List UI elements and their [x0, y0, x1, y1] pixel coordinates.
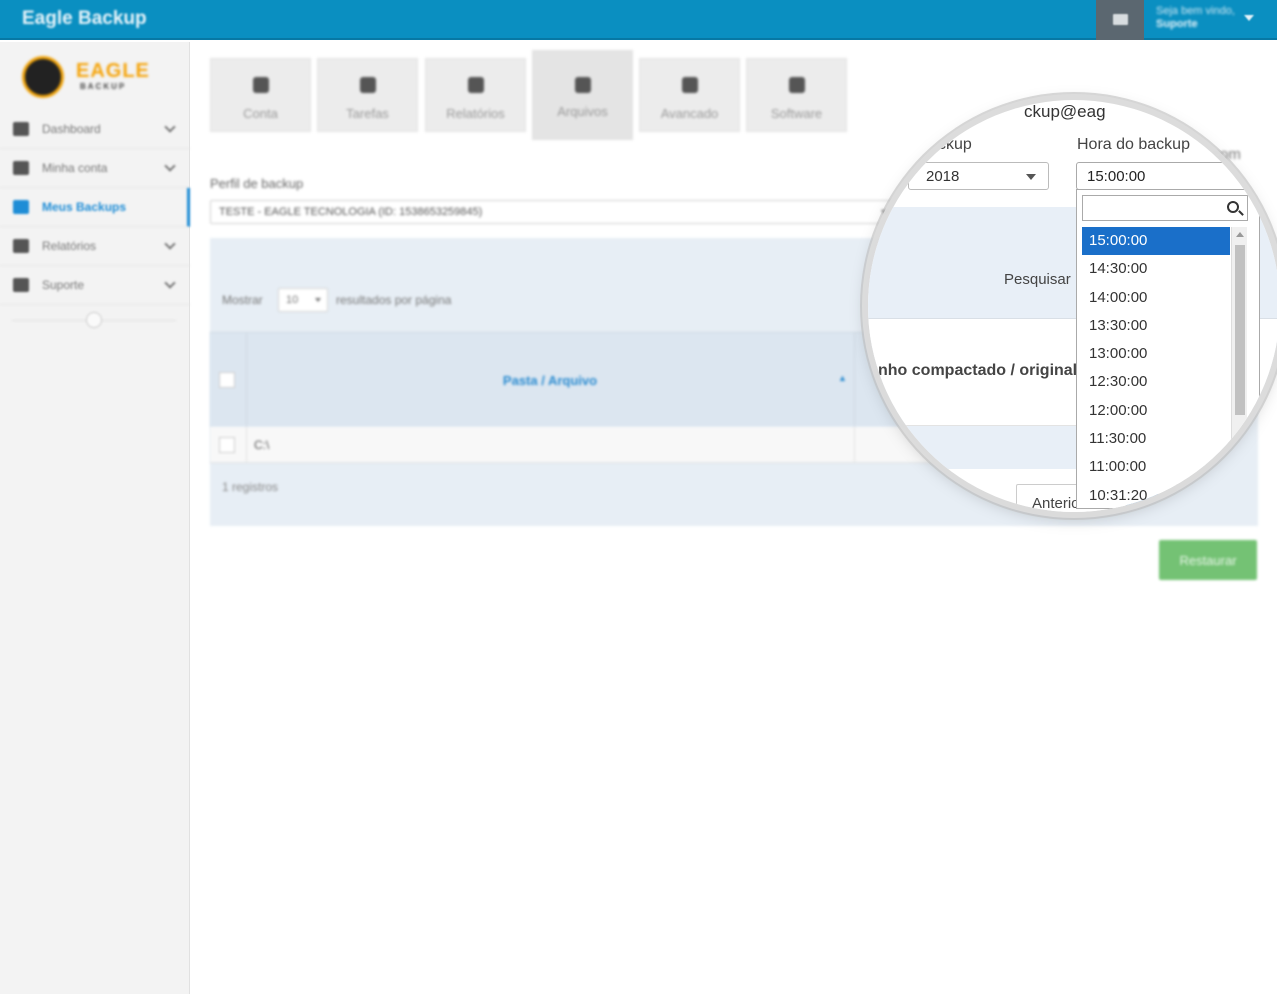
row-path: C:\: [254, 438, 270, 452]
caret-down-icon[interactable]: [1244, 15, 1254, 21]
scroll-down-icon[interactable]: [1236, 474, 1244, 479]
welcome-text: Seja bem vindo,: [1156, 5, 1235, 17]
time-label: Hora do backup: [1077, 136, 1190, 153]
wrench-icon: [682, 77, 698, 93]
eagle-logo-icon: [22, 56, 64, 98]
envelope-icon: [1113, 14, 1128, 25]
collapse-sidebar-button[interactable]: [86, 312, 102, 328]
tab-arquivos[interactable]: Arquivos: [532, 50, 633, 140]
page-size-select[interactable]: 10: [278, 288, 328, 312]
divider: [854, 427, 855, 463]
app-title[interactable]: Eagle Backup: [22, 8, 147, 30]
profile-label: Perfil de backup: [210, 176, 304, 191]
user-icon: [13, 161, 29, 175]
page-size-value: 10: [286, 294, 299, 306]
tab-label: Software: [770, 106, 823, 121]
binoculars-icon: [789, 77, 805, 93]
column-header-size[interactable]: nho compactado / original: [878, 362, 1077, 380]
logo-subtext: BACKUP: [80, 82, 127, 91]
user-icon: [253, 77, 269, 93]
date-value: 2018: [926, 168, 960, 185]
caret-down-icon: [315, 298, 321, 302]
sidebar-nav: Dashboard Minha conta Meus Backups Relat…: [0, 110, 190, 305]
divider: [854, 333, 855, 428]
column-header-pasta-arquivo[interactable]: Pasta / Arquivo: [246, 373, 854, 388]
chevron-down-icon: [164, 121, 176, 133]
tab-avancado[interactable]: Avancado: [639, 58, 740, 132]
time-option[interactable]: 13:30:00: [1082, 312, 1230, 340]
divider: [246, 427, 247, 463]
caret-down-icon: [1026, 174, 1036, 180]
row-checkbox[interactable]: [219, 437, 235, 453]
sidebar-item-minha-conta[interactable]: Minha conta: [0, 149, 190, 188]
logo-text: EAGLE: [76, 60, 150, 82]
time-option[interactable]: 14:00:00: [1082, 284, 1230, 312]
time-option[interactable]: 12:30:00: [1082, 368, 1230, 396]
time-dropdown: 15:00:00 14:30:00 14:00:00 13:30:00 13:0…: [1076, 189, 1260, 509]
sidebar-item-relatorios[interactable]: Relatórios: [0, 227, 190, 266]
backup-date-select[interactable]: 2018: [908, 162, 1049, 190]
dropdown-search-input[interactable]: [1082, 195, 1248, 221]
time-option[interactable]: 12:00:00: [1082, 397, 1230, 425]
sidebar-item-label: Suporte: [42, 278, 85, 292]
time-value: 15:00:00: [1087, 168, 1146, 185]
top-bar: Eagle Backup Seja bem vindo, Suporte: [0, 0, 1277, 40]
chart-icon: [13, 239, 29, 253]
scroll-up-icon[interactable]: [1236, 232, 1244, 237]
tab-conta[interactable]: Conta: [210, 58, 311, 132]
per-page-label: resultados por página: [336, 293, 452, 307]
tab-tarefas[interactable]: Tarefas: [317, 58, 418, 132]
chevron-down-icon: [164, 160, 176, 172]
chevron-down-icon: [164, 277, 176, 289]
chevron-down-icon: [164, 238, 176, 250]
date-label: ckup: [938, 136, 972, 153]
sidebar-item-meus-backups[interactable]: Meus Backups: [0, 188, 190, 227]
magnifier-zoom: ckup@eag ckup Hora do backup 2018 Pesqui…: [868, 100, 1277, 512]
time-options-list: 15:00:00 14:30:00 14:00:00 13:30:00 13:0…: [1082, 227, 1230, 510]
sort-icon[interactable]: ▲: [838, 373, 847, 383]
search-icon: [1227, 201, 1239, 213]
time-option[interactable]: 13:00:00: [1082, 340, 1230, 368]
tab-label: Arquivos: [557, 104, 608, 119]
dashboard-icon: [13, 122, 29, 136]
tab-label: Conta: [243, 106, 278, 121]
edit-icon: [360, 77, 376, 93]
sidebar-item-label: Dashboard: [42, 122, 101, 136]
lifebuoy-icon: [13, 278, 29, 292]
dropdown-scrollbar[interactable]: [1231, 227, 1247, 487]
user-name: Suporte: [1156, 18, 1198, 30]
user-menu[interactable]: Seja bem vindo, Suporte: [1156, 5, 1235, 31]
time-option[interactable]: 11:30:00: [1082, 425, 1230, 453]
tab-label: Tarefas: [346, 106, 389, 121]
cloud-icon: [575, 77, 591, 93]
show-label: Mostrar: [222, 293, 263, 307]
restore-button[interactable]: Restaurar: [1159, 540, 1257, 580]
sidebar-item-dashboard[interactable]: Dashboard: [0, 110, 190, 149]
sidebar-item-label: Minha conta: [42, 161, 108, 175]
mail-button[interactable]: [1096, 0, 1144, 40]
tab-label: Relatórios: [446, 106, 505, 121]
eagle-backup-logo[interactable]: EAGLE BACKUP: [20, 54, 170, 102]
sidebar: EAGLE BACKUP Dashboard Minha conta Meus …: [0, 42, 190, 994]
tab-relatorios[interactable]: Relatórios: [425, 58, 526, 132]
email-fragment: ckup@eag: [1024, 102, 1106, 121]
time-option[interactable]: 15:00:00: [1082, 227, 1230, 256]
records-count: 1 registros: [222, 480, 279, 494]
scroll-thumb[interactable]: [1235, 245, 1245, 415]
tab-software[interactable]: Software: [746, 58, 847, 132]
list-icon: [13, 200, 29, 214]
select-all-checkbox[interactable]: [219, 372, 235, 388]
tab-label: Avancado: [660, 106, 719, 121]
sidebar-item-label: Meus Backups: [42, 200, 127, 214]
sidebar-item-label: Relatórios: [42, 239, 97, 253]
search-label: Pesquisar: [1004, 271, 1071, 288]
sidebar-item-suporte[interactable]: Suporte: [0, 266, 190, 305]
time-option[interactable]: 11:00:00: [1082, 453, 1230, 481]
profile-value: TESTE - EAGLE TECNOLOGIA (ID: 1538653259…: [219, 206, 483, 218]
backup-profile-select[interactable]: TESTE - EAGLE TECNOLOGIA (ID: 1538653259…: [210, 200, 896, 224]
time-option[interactable]: 10:31:20: [1082, 482, 1230, 510]
time-option[interactable]: 14:30:00: [1082, 255, 1230, 283]
backup-time-select[interactable]: 15:00:00: [1076, 162, 1277, 190]
report-icon: [468, 77, 484, 93]
